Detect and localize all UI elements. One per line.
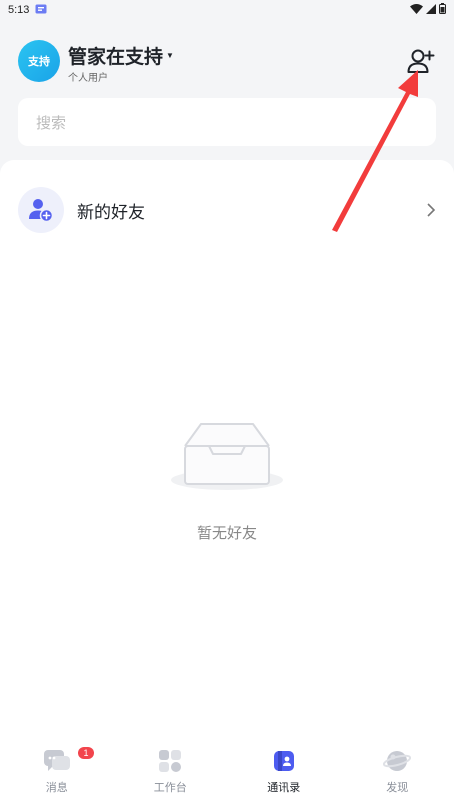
new-friends-label: 新的好友: [77, 202, 145, 222]
unread-badge: 1: [78, 747, 94, 759]
tab-label: 发现: [386, 782, 409, 794]
workbench-icon: [156, 748, 184, 774]
new-friends-row[interactable]: 新的好友: [18, 187, 436, 233]
empty-state: 暂无好友: [0, 418, 454, 543]
tab-label: 工作台: [153, 782, 187, 794]
user-name[interactable]: 管家在支持: [68, 42, 163, 69]
account-switcher[interactable]: 管家在支持 ▼: [68, 42, 174, 69]
tab-discover[interactable]: 发现: [341, 734, 454, 807]
planet-icon: [383, 748, 412, 774]
tab-workbench[interactable]: 工作台: [114, 734, 228, 807]
new-friend-icon: [18, 187, 64, 233]
contacts-icon: [270, 748, 298, 774]
bottom-tab-bar: 1 消息 工作台 通讯录 发现: [0, 734, 454, 807]
wifi-icon: [410, 3, 423, 17]
add-friend-button[interactable]: [406, 46, 436, 76]
add-user-icon: [407, 49, 435, 73]
battery-icon: [439, 3, 446, 17]
tab-contacts[interactable]: 通讯录: [227, 734, 341, 807]
contacts-panel: 新的好友 暂无好友: [0, 160, 454, 734]
message-icon: [43, 748, 71, 774]
user-type-label: 个人用户: [68, 73, 108, 84]
app-notification-icon: [35, 4, 47, 17]
profile-header: 支持 管家在支持 ▼ 个人用户: [18, 40, 436, 84]
signal-icon: [426, 3, 436, 17]
avatar[interactable]: 支持: [18, 40, 60, 82]
status-bar: 5:13: [0, 0, 454, 20]
caret-down-icon[interactable]: ▼: [166, 51, 174, 60]
empty-state-text: 暂无好友: [196, 525, 257, 542]
search-input[interactable]: 搜索: [18, 98, 436, 146]
empty-inbox-icon: [171, 423, 283, 490]
chevron-right-icon: [426, 203, 436, 217]
tab-label: 通讯录: [267, 782, 301, 794]
tab-label: 消息: [45, 782, 68, 794]
status-time: 5:13: [8, 4, 30, 16]
tab-messages[interactable]: 1 消息: [0, 734, 114, 807]
search-placeholder: 搜索: [36, 114, 67, 132]
